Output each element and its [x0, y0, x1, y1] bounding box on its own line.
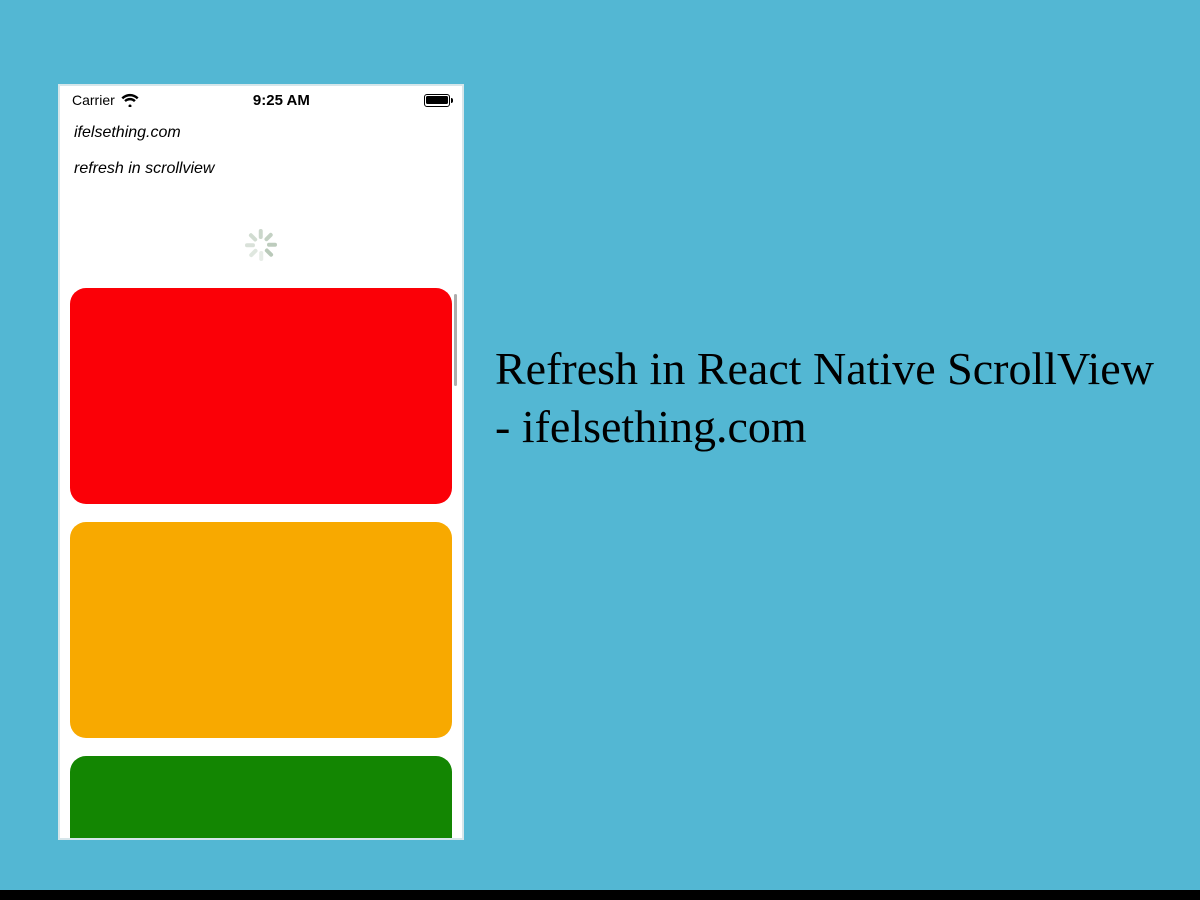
- spinner-icon: [244, 228, 278, 262]
- canvas: Carrier 9:25 AM ifelsething.com refresh …: [0, 0, 1200, 890]
- app-brand: ifelsething.com: [74, 124, 448, 142]
- app-header: ifelsething.com refresh in scrollview: [60, 114, 462, 178]
- app-subtitle: refresh in scrollview: [74, 160, 448, 178]
- list-item: [70, 756, 452, 840]
- battery-icon: [424, 94, 450, 107]
- carrier-label: Carrier: [72, 92, 115, 108]
- wifi-icon: [121, 93, 139, 107]
- status-bar-left: Carrier: [72, 92, 139, 108]
- scrollview[interactable]: [60, 288, 462, 840]
- phone-simulator-frame: Carrier 9:25 AM ifelsething.com refresh …: [58, 84, 464, 840]
- clock: 9:25 AM: [253, 92, 310, 109]
- refresh-control[interactable]: [60, 228, 462, 262]
- list-item: [70, 522, 452, 738]
- list-item: [70, 288, 452, 504]
- scrollbar-thumb[interactable]: [454, 294, 457, 386]
- page-title: Refresh in React Native ScrollView - ife…: [495, 340, 1175, 455]
- status-bar-right: [424, 94, 450, 107]
- status-bar: Carrier 9:25 AM: [60, 86, 462, 114]
